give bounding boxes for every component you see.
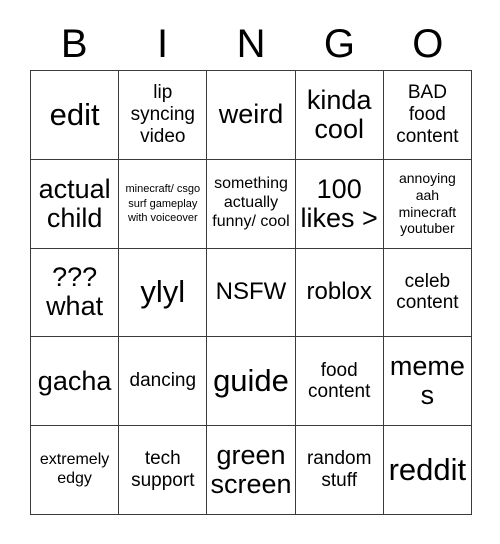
bingo-header-row: B I N G O xyxy=(30,18,472,70)
bingo-cell-label: dancing xyxy=(129,370,197,392)
bingo-cell-label: actual child xyxy=(38,173,111,233)
bingo-cell-label: celeb content xyxy=(396,270,459,314)
bingo-cell-r1c3[interactable]: weird xyxy=(207,71,296,160)
bingo-cell-label: roblox xyxy=(306,278,372,306)
bingo-cell-label: BAD food content xyxy=(396,82,459,147)
bingo-grid: edit lip syncing video weird kinda cool BAD … xyxy=(30,70,472,515)
bingo-cell-r4c3[interactable]: guide xyxy=(207,337,296,427)
bingo-cell-label: kinda cool xyxy=(306,84,372,144)
bingo-cell-r5c4[interactable]: random stuff xyxy=(295,426,384,515)
bingo-cell-r2c5[interactable]: annoying aah minecraft youtuber xyxy=(383,159,472,249)
bingo-cell-label: green screen xyxy=(210,439,292,500)
bingo-cell-r3c5[interactable]: celeb content xyxy=(383,248,472,338)
bingo-header-letter-g: G xyxy=(323,22,355,66)
bingo-cell-r4c5[interactable]: memes xyxy=(383,337,472,427)
bingo-header-letter-b: B xyxy=(60,22,88,66)
bingo-cell-r2c2[interactable]: minecraft/ csgo surf gameplay with voice… xyxy=(119,159,208,249)
bingo-cell-label: food content xyxy=(308,359,371,403)
bingo-cell-label: ??? what xyxy=(46,262,104,322)
bingo-header-letter-n: N xyxy=(236,22,266,66)
bingo-cell-r5c5[interactable]: reddit xyxy=(383,426,472,515)
bingo-cell-r4c1[interactable]: gacha xyxy=(31,337,120,427)
bingo-cell-label: reddit xyxy=(388,451,467,487)
bingo-cell-label: gacha xyxy=(37,365,112,396)
bingo-cell-label: random stuff xyxy=(306,448,372,492)
bingo-cell-label: annoying aah minecraft youtuber xyxy=(398,170,457,237)
bingo-card: B I N G O edit lip syncing video weird kind… xyxy=(0,0,500,544)
bingo-cell-label: 100 likes > xyxy=(300,173,378,233)
bingo-cell-label: guide xyxy=(213,363,289,399)
bingo-cell-r2c3[interactable]: something actually funny/ cool xyxy=(207,159,296,249)
bingo-cell-r3c2[interactable]: ylyl xyxy=(119,248,208,338)
bingo-cell-label: weird xyxy=(218,99,284,130)
bingo-cell-r3c3[interactable]: NSFW xyxy=(207,248,296,338)
bingo-cell-r2c4[interactable]: 100 likes > xyxy=(295,159,384,249)
bingo-cell-r2c1[interactable]: actual child xyxy=(31,159,120,249)
bingo-cell-r1c1[interactable]: edit xyxy=(31,71,120,160)
bingo-cell-label: tech support xyxy=(131,448,195,492)
bingo-header-letter-i: I xyxy=(157,22,169,66)
bingo-cell-label: edit xyxy=(49,96,100,132)
bingo-cell-label: extremely edgy xyxy=(39,451,110,488)
bingo-cell-r5c2[interactable]: tech support xyxy=(119,426,208,515)
bingo-cell-label: memes xyxy=(389,351,465,411)
bingo-cell-r5c3[interactable]: green screen xyxy=(207,426,296,515)
bingo-cell-r3c4[interactable]: roblox xyxy=(295,248,384,338)
bingo-cell-label: NSFW xyxy=(215,278,287,306)
bingo-cell-r4c4[interactable]: food content xyxy=(295,337,384,427)
bingo-cell-r1c4[interactable]: kinda cool xyxy=(295,71,384,160)
bingo-header-letter-o: O xyxy=(412,22,444,66)
bingo-cell-label: minecraft/ csgo surf gameplay with voice… xyxy=(125,183,201,224)
bingo-cell-r3c1[interactable]: ??? what xyxy=(31,248,120,338)
bingo-cell-r1c5[interactable]: BAD food content xyxy=(383,71,472,160)
bingo-cell-r1c2[interactable]: lip syncing video xyxy=(119,71,208,160)
bingo-cell-label: lip syncing video xyxy=(130,82,195,147)
bingo-cell-label: ylyl xyxy=(140,274,186,310)
bingo-cell-r5c1[interactable]: extremely edgy xyxy=(31,426,120,515)
bingo-cell-label: something actually funny/ cool xyxy=(212,175,290,231)
bingo-cell-r4c2[interactable]: dancing xyxy=(119,337,208,427)
